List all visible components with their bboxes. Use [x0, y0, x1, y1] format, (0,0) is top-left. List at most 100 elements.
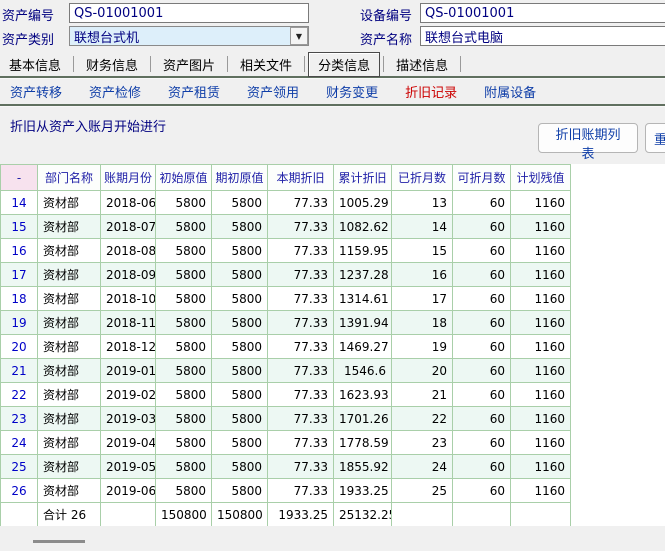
- subtab-finance-change[interactable]: 财务变更: [326, 82, 378, 101]
- cell[interactable]: 60: [453, 359, 511, 383]
- cell[interactable]: 23: [1, 407, 38, 431]
- asset-code-input[interactable]: [69, 3, 309, 23]
- column-header[interactable]: 可折月数: [453, 165, 511, 191]
- cell[interactable]: 5800: [156, 311, 212, 335]
- cell[interactable]: 26: [1, 479, 38, 503]
- cell[interactable]: 77.33: [268, 407, 334, 431]
- cell[interactable]: 5800: [156, 431, 212, 455]
- cell[interactable]: 60: [453, 479, 511, 503]
- column-header[interactable]: 账期月份: [101, 165, 156, 191]
- cell[interactable]: 5800: [212, 431, 268, 455]
- column-header[interactable]: 累计折旧: [334, 165, 392, 191]
- cell[interactable]: 资材部: [38, 215, 101, 239]
- cell[interactable]: 21: [1, 359, 38, 383]
- tab-related-files[interactable]: 相关文件: [231, 53, 301, 76]
- subtab-depreciation-record[interactable]: 折旧记录: [405, 82, 457, 101]
- cell[interactable]: 14: [392, 215, 453, 239]
- cell[interactable]: 77.33: [268, 215, 334, 239]
- cell[interactable]: 77.33: [268, 239, 334, 263]
- cell[interactable]: 18: [392, 311, 453, 335]
- cell[interactable]: 1160: [511, 407, 571, 431]
- cell[interactable]: 24: [392, 455, 453, 479]
- cell[interactable]: 21: [392, 383, 453, 407]
- cell[interactable]: 60: [453, 431, 511, 455]
- cell[interactable]: 5800: [156, 359, 212, 383]
- tab-description-info[interactable]: 描述信息: [387, 53, 457, 76]
- cell[interactable]: 5800: [212, 359, 268, 383]
- cell[interactable]: 5800: [212, 455, 268, 479]
- table-row[interactable]: 21资材部2019-015800580077.331546.620601160: [1, 359, 571, 383]
- column-header[interactable]: 本期折旧: [268, 165, 334, 191]
- cell[interactable]: 20: [1, 335, 38, 359]
- cell[interactable]: 1701.26: [334, 407, 392, 431]
- cell[interactable]: 2018-10: [101, 287, 156, 311]
- tab-finance-info[interactable]: 财务信息: [77, 53, 147, 76]
- cell[interactable]: 资材部: [38, 431, 101, 455]
- combobox-dropdown-button[interactable]: ▼: [290, 27, 308, 45]
- cell[interactable]: 5800: [156, 263, 212, 287]
- cell[interactable]: 24: [1, 431, 38, 455]
- cell[interactable]: 资材部: [38, 311, 101, 335]
- cell[interactable]: 77.33: [268, 335, 334, 359]
- cell[interactable]: 1469.27: [334, 335, 392, 359]
- cell[interactable]: 资材部: [38, 359, 101, 383]
- column-header[interactable]: 已折月数: [392, 165, 453, 191]
- cell[interactable]: 资材部: [38, 335, 101, 359]
- table-row[interactable]: 15资材部2018-075800580077.331082.6214601160: [1, 215, 571, 239]
- cell[interactable]: 60: [453, 407, 511, 431]
- cell[interactable]: 1546.6: [334, 359, 392, 383]
- cell[interactable]: 17: [1, 263, 38, 287]
- cell[interactable]: 5800: [212, 215, 268, 239]
- cell[interactable]: 1160: [511, 191, 571, 215]
- cell[interactable]: 5800: [212, 479, 268, 503]
- cell[interactable]: 60: [453, 287, 511, 311]
- depreciation-period-list-button[interactable]: 折旧账期列表: [538, 123, 638, 153]
- cell[interactable]: 16: [1, 239, 38, 263]
- cell[interactable]: 2019-06: [101, 479, 156, 503]
- cell[interactable]: 资材部: [38, 263, 101, 287]
- cell[interactable]: 5800: [156, 407, 212, 431]
- cell[interactable]: 1160: [511, 383, 571, 407]
- column-header[interactable]: 初始原值: [156, 165, 212, 191]
- cell[interactable]: 77.33: [268, 287, 334, 311]
- cell[interactable]: 60: [453, 191, 511, 215]
- cell[interactable]: 资材部: [38, 407, 101, 431]
- cell[interactable]: 1160: [511, 479, 571, 503]
- subtab-attached-equipment[interactable]: 附属设备: [484, 82, 536, 101]
- table-row[interactable]: 26资材部2019-065800580077.331933.2525601160: [1, 479, 571, 503]
- cell[interactable]: 1159.95: [334, 239, 392, 263]
- cell[interactable]: 5800: [156, 239, 212, 263]
- table-row[interactable]: 24资材部2019-045800580077.331778.5923601160: [1, 431, 571, 455]
- table-row[interactable]: 17资材部2018-095800580077.331237.2816601160: [1, 263, 571, 287]
- table-row[interactable]: 19资材部2018-115800580077.331391.9418601160: [1, 311, 571, 335]
- cell[interactable]: 1855.92: [334, 455, 392, 479]
- cell[interactable]: 1237.28: [334, 263, 392, 287]
- asset-name-input[interactable]: [420, 26, 665, 46]
- cell[interactable]: 5800: [212, 191, 268, 215]
- cell[interactable]: 23: [392, 431, 453, 455]
- cell[interactable]: 1160: [511, 239, 571, 263]
- cell[interactable]: 1391.94: [334, 311, 392, 335]
- cell[interactable]: 1623.93: [334, 383, 392, 407]
- cell[interactable]: 1314.61: [334, 287, 392, 311]
- horizontal-scrollbar[interactable]: [0, 526, 665, 551]
- cell[interactable]: 5800: [212, 239, 268, 263]
- cell[interactable]: 5800: [156, 455, 212, 479]
- cell[interactable]: 5800: [212, 335, 268, 359]
- cell[interactable]: 2019-03: [101, 407, 156, 431]
- cell[interactable]: 60: [453, 383, 511, 407]
- subtab-asset-transfer[interactable]: 资产转移: [10, 82, 62, 101]
- cell[interactable]: 2018-11: [101, 311, 156, 335]
- column-header[interactable]: 期初原值: [212, 165, 268, 191]
- cell[interactable]: 2019-02: [101, 383, 156, 407]
- cell[interactable]: 1778.59: [334, 431, 392, 455]
- table-row[interactable]: 23资材部2019-035800580077.331701.2622601160: [1, 407, 571, 431]
- table-row[interactable]: 22资材部2019-025800580077.331623.9321601160: [1, 383, 571, 407]
- cell[interactable]: 14: [1, 191, 38, 215]
- cell[interactable]: 5800: [212, 407, 268, 431]
- asset-category-combobox[interactable]: 联想台式机 ▼: [69, 26, 309, 46]
- cell[interactable]: 5800: [156, 383, 212, 407]
- cell[interactable]: 1082.62: [334, 215, 392, 239]
- cell[interactable]: 77.33: [268, 263, 334, 287]
- subtab-asset-overhaul[interactable]: 资产检修: [89, 82, 141, 101]
